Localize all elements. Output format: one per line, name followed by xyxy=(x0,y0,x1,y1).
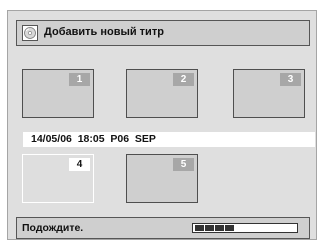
screen: Добавить новый титр 1 2 3 14/05/06 18:05… xyxy=(0,0,324,243)
title-info-bar: 14/05/06 18:05 P06 SEP xyxy=(23,132,315,147)
title-number-5: 5 xyxy=(173,158,194,171)
title-thumbnail-2[interactable]: 2 xyxy=(126,69,198,118)
dialog-frame: Добавить новый титр 1 2 3 14/05/06 18:05… xyxy=(7,10,317,240)
title-thumbnail-1[interactable]: 1 xyxy=(22,69,94,118)
dialog-title: Добавить новый титр xyxy=(44,26,164,38)
title-number-3: 3 xyxy=(280,73,301,86)
progress-segment xyxy=(195,225,204,231)
title-number-2: 2 xyxy=(173,73,194,86)
status-bar: Подождите. xyxy=(16,217,310,239)
title-thumbnail-5[interactable]: 5 xyxy=(126,154,198,203)
progress-segment xyxy=(225,225,234,231)
title-info-text: 14/05/06 18:05 P06 SEP xyxy=(31,133,156,145)
title-thumbnail-4[interactable]: 4 xyxy=(22,154,94,203)
title-bar: Добавить новый титр xyxy=(16,20,310,46)
status-text: Подождите. xyxy=(22,222,84,234)
progress-segment xyxy=(215,225,224,231)
title-number-1: 1 xyxy=(69,73,90,86)
disc-icon xyxy=(22,25,38,41)
title-thumbnail-3[interactable]: 3 xyxy=(233,69,305,118)
progress-segment xyxy=(205,225,214,231)
title-number-4: 4 xyxy=(69,158,90,171)
progress-bar xyxy=(192,223,298,233)
